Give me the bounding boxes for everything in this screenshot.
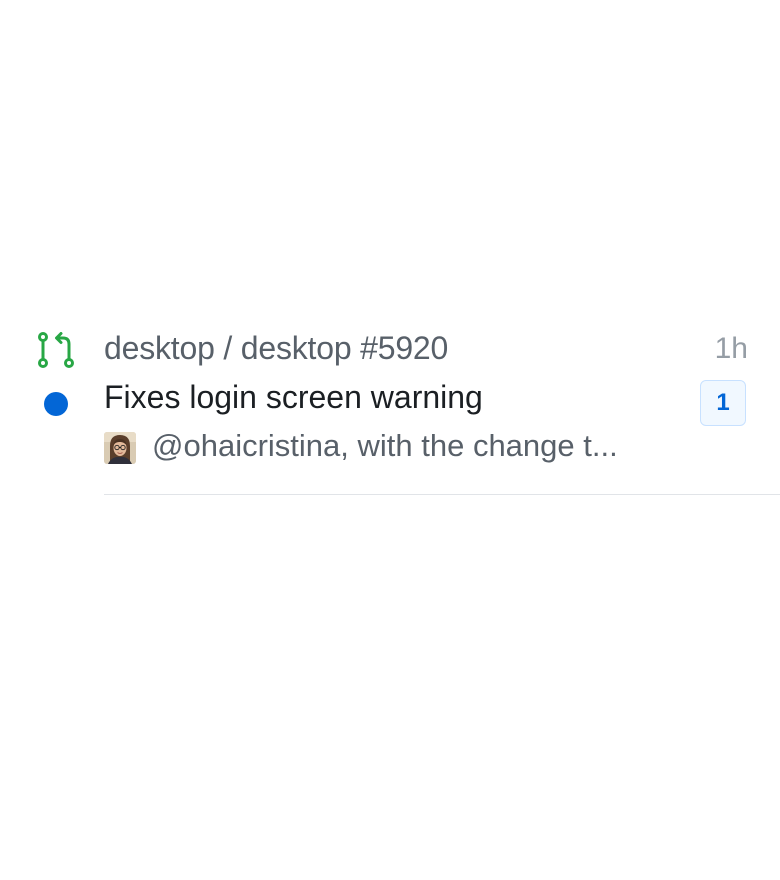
notification-item[interactable]: desktop / desktop #5920 1h Fixes login s… (0, 322, 780, 496)
notification-title[interactable]: Fixes login screen warning (104, 379, 483, 416)
notification-time: 1h (714, 332, 748, 365)
unread-indicator (44, 392, 68, 416)
row-divider (104, 494, 780, 495)
repository-reference[interactable]: desktop / desktop #5920 (104, 330, 448, 367)
comment-count-badge: 1 (700, 380, 746, 426)
user-avatar (104, 432, 136, 464)
git-pull-request-icon (38, 332, 74, 368)
comment-snippet: @ohaicristina, with the change t... (152, 428, 618, 463)
